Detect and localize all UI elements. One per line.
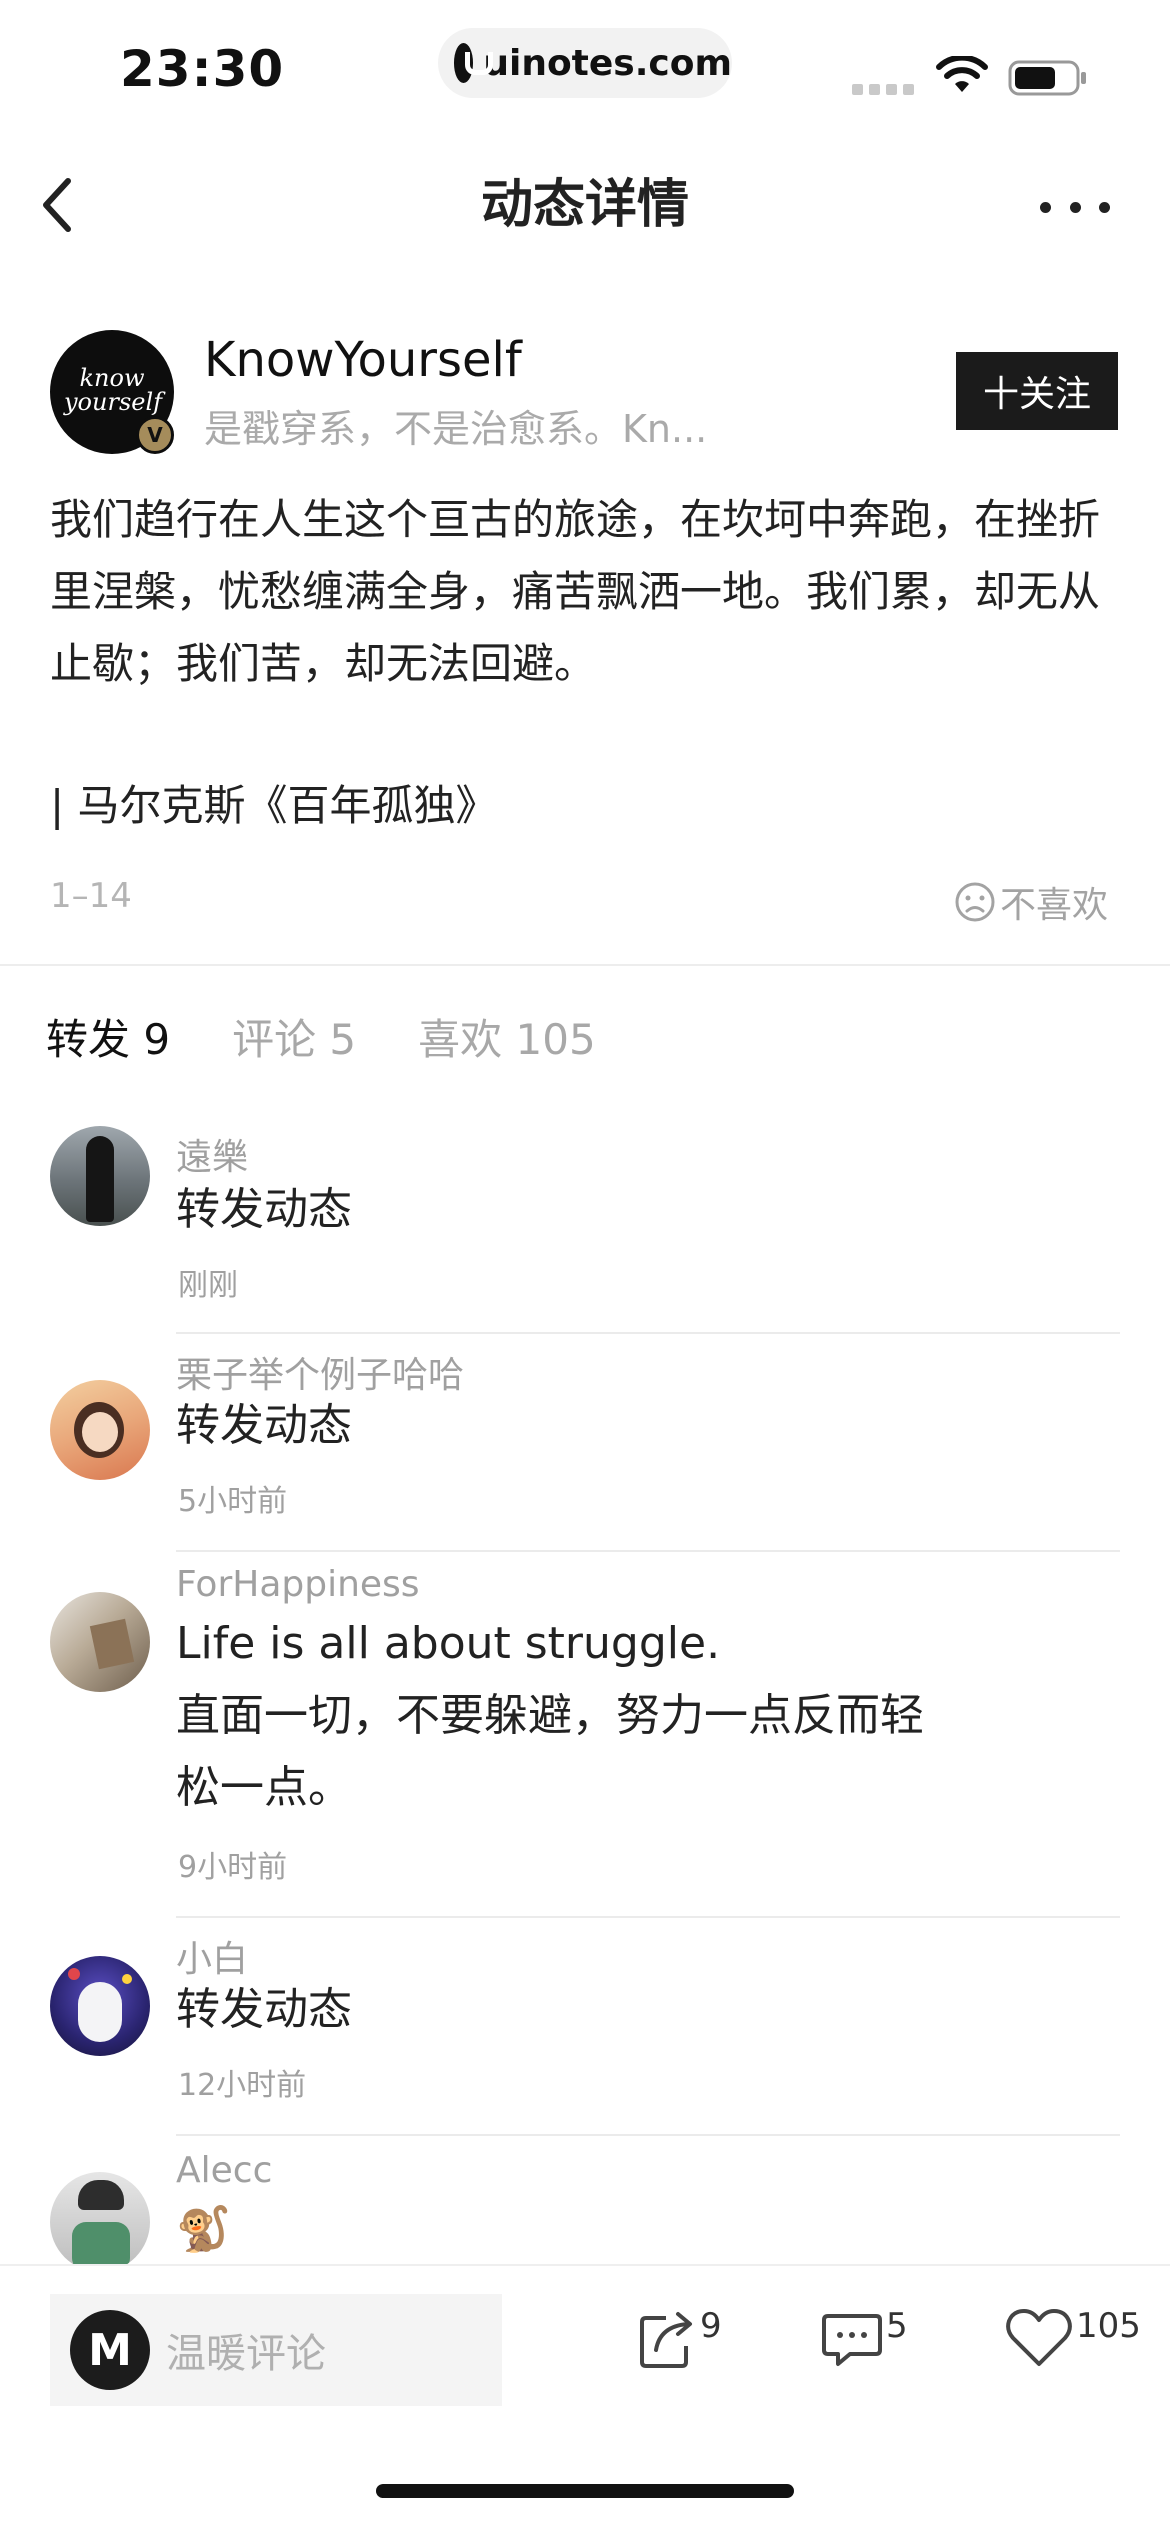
avatar[interactable] (50, 1380, 150, 1480)
status-bar: 23:30 uinotes.com (0, 0, 1170, 130)
follow-button[interactable]: 十关注 (956, 352, 1118, 430)
avatar-logo-text: know yourself (64, 364, 163, 416)
repost-time: 5小时前 (178, 1484, 288, 1519)
repost-text: 🐒 (176, 2204, 231, 2255)
author-bio: 是戳穿系，不是治愈系。Kn... (204, 407, 708, 451)
status-time: 23:30 (120, 40, 285, 98)
repost-time: 刚刚 (178, 1268, 238, 1303)
tab-likes[interactable]: 喜欢 105 (418, 1006, 596, 1067)
wifi-icon (936, 56, 988, 92)
repost-text-line-2: 直面一切，不要躲避，努力一点反而轻 (176, 1690, 924, 1741)
repost-count: 9 (700, 2306, 722, 2346)
repost-text: 转发动态 (176, 1984, 352, 2035)
comment-input[interactable]: M 温暖评论 (50, 2294, 502, 2406)
repost-text: 转发动态 (176, 1184, 352, 1235)
comment-icon (822, 2314, 882, 2366)
repost-text: 转发动态 (176, 1400, 352, 1451)
avatar[interactable] (50, 1126, 150, 1226)
page-title: 动态详情 (480, 175, 689, 235)
dislike-label: 不喜欢 (1000, 885, 1109, 926)
section-divider (0, 964, 1170, 966)
tab-reposts[interactable]: 转发 9 (46, 1006, 170, 1067)
list-item[interactable]: 遠樂 转发动态 刚刚 (0, 1120, 1170, 1334)
home-indicator[interactable] (376, 2484, 794, 2498)
user-name[interactable]: ForHappiness (176, 1564, 420, 1605)
comment-action[interactable]: 5 (820, 2306, 908, 2370)
list-item[interactable]: ForHappiness Life is all about struggle.… (0, 1552, 1170, 1918)
tab-comments[interactable]: 评论 5 (232, 1006, 356, 1067)
avatar[interactable] (50, 1592, 150, 1692)
post-body: 我们趋行在人生这个亘古的旅途，在坎坷中奔跑，在挫折里涅槃，忧愁缠满全身，痛苦飘洒… (50, 495, 1101, 688)
like-count: 105 (1076, 2306, 1141, 2346)
comment-placeholder: 温暖评论 (166, 2331, 326, 2377)
url-pill[interactable]: uinotes.com (438, 28, 732, 98)
url-text: uinotes.com (483, 42, 732, 84)
post-quote: | 马尔克斯《百年孤独》 (50, 781, 498, 830)
user-name[interactable]: Alecc (176, 2150, 272, 2191)
repost-action[interactable]: 9 (636, 2306, 722, 2370)
dislike-button[interactable]: 不喜欢 (954, 876, 1108, 928)
battery-icon (1008, 60, 1086, 96)
repost-text-line-3: 松一点。 (176, 1762, 352, 1813)
like-action[interactable]: 105 (1004, 2306, 1141, 2370)
avatar[interactable] (50, 1956, 150, 2056)
my-avatar: M (70, 2310, 150, 2390)
verified-badge-icon: V (136, 416, 174, 454)
list-divider (176, 1332, 1120, 1334)
comment-count: 5 (886, 2306, 908, 2346)
post-date: 1–14 (50, 876, 132, 916)
repost-text: Life is all about struggle. (176, 1618, 721, 1669)
list-item[interactable]: 小白 转发动态 12小时前 (0, 1916, 1170, 2136)
site-logo-icon (454, 43, 494, 83)
more-button[interactable] (1040, 182, 1110, 232)
author-name[interactable]: KnowYourself (204, 332, 522, 388)
list-item[interactable]: 栗子举个例子哈哈 转发动态 5小时前 (0, 1336, 1170, 1552)
repost-time: 12小时前 (178, 2068, 307, 2103)
list-item[interactable]: Alecc 🐒 (0, 2134, 1170, 2264)
user-name[interactable]: 遠樂 (176, 1128, 248, 1180)
share-icon (640, 2312, 692, 2368)
cellular-signal-icon (852, 84, 914, 95)
sad-face-icon (955, 882, 995, 922)
tabs: 转发 9 评论 5 喜欢 105 (46, 1006, 658, 1067)
more-horizontal-icon (1040, 201, 1051, 213)
repost-time: 9小时前 (178, 1850, 288, 1885)
author-avatar[interactable]: know yourself V (50, 330, 174, 454)
heart-icon (1006, 2309, 1072, 2366)
avatar[interactable] (50, 2172, 150, 2264)
